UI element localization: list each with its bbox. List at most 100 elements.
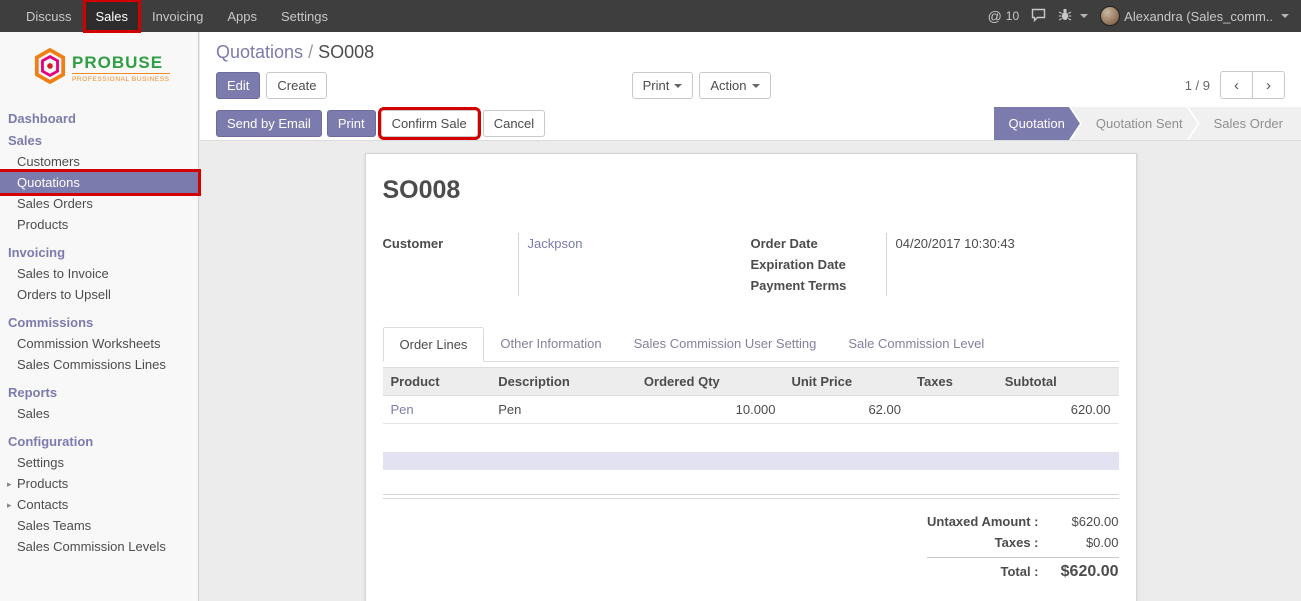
sidebar-item-contacts[interactable]: ▸Contacts — [0, 494, 198, 515]
sidebar-heading-dashboard[interactable]: Dashboard — [0, 107, 198, 129]
send-by-email-button[interactable]: Send by Email — [216, 110, 322, 137]
order-lines-header-row: Product Description Ordered Qty Unit Pri… — [383, 368, 1119, 396]
document-title: SO008 — [383, 176, 1119, 205]
chevron-right-icon: › — [1266, 77, 1271, 94]
probuse-logo[interactable]: PROBUSE PROFESSIONAL BUSINESS — [0, 32, 198, 101]
print-button[interactable]: Print — [327, 110, 376, 137]
notes-field[interactable] — [383, 452, 1119, 470]
cell-subtotal: 620.00 — [997, 396, 1119, 424]
statusbar: Quotation Quotation Sent Sales Order — [994, 107, 1301, 140]
sidebar-item-customers[interactable]: Customers — [0, 151, 198, 172]
cancel-button[interactable]: Cancel — [483, 110, 545, 137]
sidebar-item-label: Products — [17, 476, 68, 491]
chevron-left-icon: ‹ — [1234, 77, 1239, 94]
user-menu[interactable]: Alexandra (Sales_comm.. — [1100, 6, 1289, 26]
sidebar-nav: Dashboard Sales Customers Quotations Sal… — [0, 101, 198, 557]
col-unit-price: Unit Price — [783, 368, 909, 396]
action-menu-label: Action — [710, 78, 746, 93]
cell-product: Pen — [383, 396, 491, 424]
total-label: Total : — [1000, 564, 1038, 579]
create-button[interactable]: Create — [266, 72, 327, 99]
topbar-menus: Discuss Sales Invoicing Apps Settings — [0, 0, 340, 32]
sidebar-item-sales-to-invoice[interactable]: Sales to Invoice — [0, 263, 198, 284]
sidebar-item-sales-commission-levels[interactable]: Sales Commission Levels — [0, 536, 198, 557]
bug-icon — [1058, 8, 1072, 25]
payment-terms-value — [886, 275, 1119, 296]
statusbar-step-sales-order[interactable]: Sales Order — [1189, 107, 1301, 140]
order-line-row[interactable]: Pen Pen 10.000 62.00 620.00 — [383, 396, 1119, 424]
sidebar-item-config-products[interactable]: ▸ Products — [0, 473, 198, 494]
tab-other-information[interactable]: Other Information — [484, 327, 617, 362]
col-taxes: Taxes — [909, 368, 997, 396]
breadcrumb-parent[interactable]: Quotations — [216, 42, 303, 62]
statusbar-step-quotation[interactable]: Quotation — [994, 107, 1080, 140]
pager-previous-button[interactable]: ‹ — [1220, 71, 1253, 99]
control-panel-buttons-row: Edit Create Print Action 1 / 9 ‹ › — [200, 67, 1301, 99]
tab-order-lines[interactable]: Order Lines — [383, 327, 485, 362]
confirm-sale-button[interactable]: Confirm Sale — [381, 110, 478, 137]
expand-caret-icon: ▸ — [7, 499, 12, 512]
chevron-down-icon — [1281, 14, 1289, 18]
cell-unit-price: 62.00 — [783, 396, 909, 424]
probuse-logo-text: PROBUSE PROFESSIONAL BUSINESS — [72, 54, 170, 83]
untaxed-amount-value: $620.00 — [1055, 514, 1119, 529]
breadcrumb-separator: / — [308, 42, 313, 62]
cell-taxes — [909, 396, 997, 424]
print-menu-label: Print — [643, 78, 670, 93]
messages-menu[interactable] — [1031, 8, 1046, 25]
sidebar-heading-sales[interactable]: Sales — [0, 129, 198, 151]
sidebar-item-quotations[interactable]: Quotations — [0, 172, 198, 193]
col-ordered-qty: Ordered Qty — [636, 368, 784, 396]
control-panel: Quotations/SO008 Edit Create Print Actio… — [200, 32, 1301, 141]
print-menu-button[interactable]: Print — [632, 72, 694, 99]
menu-discuss[interactable]: Discuss — [14, 0, 84, 32]
tab-sales-commission-user-setting[interactable]: Sales Commission User Setting — [618, 327, 833, 362]
chevron-down-icon — [1080, 14, 1088, 18]
topbar-right: @ 10 Alexandra (Sales_comm.. — [988, 0, 1301, 32]
activities-icon: @ — [988, 8, 1002, 24]
total-value: $620.00 — [1055, 563, 1119, 581]
menu-settings[interactable]: Settings — [269, 0, 340, 32]
menu-sales[interactable]: Sales — [84, 0, 141, 32]
taxes-value: $0.00 — [1055, 535, 1119, 550]
menu-apps[interactable]: Apps — [215, 0, 269, 32]
probuse-logo-icon — [34, 48, 66, 89]
cell-description: Pen — [490, 396, 636, 424]
edit-button[interactable]: Edit — [216, 72, 260, 99]
document-sheet: SO008 Customer Jackpson Order Date 04/20… — [365, 153, 1137, 601]
sidebar-item-products[interactable]: Products — [0, 214, 198, 235]
sidebar-item-reports-sales[interactable]: Sales — [0, 403, 198, 424]
sidebar-item-settings[interactable]: Settings — [0, 452, 198, 473]
topbar: Discuss Sales Invoicing Apps Settings @ … — [0, 0, 1301, 32]
sidebar-heading-commissions: Commissions — [0, 311, 198, 333]
logo-tagline: PROFESSIONAL BUSINESS — [72, 73, 170, 83]
breadcrumb-current: SO008 — [318, 42, 374, 62]
form-view: SO008 Customer Jackpson Order Date 04/20… — [200, 141, 1301, 601]
customer-label: Customer — [383, 233, 518, 296]
logo-brand: PROBUSE — [72, 54, 170, 72]
notebook-tabs: Order Lines Other Information Sales Comm… — [383, 326, 1119, 362]
pager-next-button[interactable]: › — [1252, 71, 1285, 99]
expiration-date-value — [886, 254, 1119, 275]
tab-sale-commission-level[interactable]: Sale Commission Level — [832, 327, 1000, 362]
chevron-down-icon — [674, 84, 682, 88]
col-subtotal: Subtotal — [997, 368, 1119, 396]
grand-total-separator — [927, 557, 1119, 558]
expiration-date-label: Expiration Date — [751, 254, 886, 275]
user-name: Alexandra (Sales_comm.. — [1124, 9, 1273, 24]
statusbar-step-quotation-sent[interactable]: Quotation Sent — [1071, 107, 1198, 140]
sidebar-item-commission-worksheets[interactable]: Commission Worksheets — [0, 333, 198, 354]
activities-menu[interactable]: @ 10 — [988, 8, 1020, 24]
sidebar-item-sales-orders[interactable]: Sales Orders — [0, 193, 198, 214]
sidebar-item-sales-commissions-lines[interactable]: Sales Commissions Lines — [0, 354, 198, 375]
field-groups: Customer Jackpson Order Date 04/20/2017 … — [383, 233, 1119, 296]
expand-caret-icon: ▸ — [7, 478, 12, 491]
sidebar-item-orders-to-upsell[interactable]: Orders to Upsell — [0, 284, 198, 305]
customer-value[interactable]: Jackpson — [518, 233, 751, 296]
debug-menu[interactable] — [1058, 8, 1088, 25]
sidebar-heading-reports: Reports — [0, 381, 198, 403]
sidebar-item-sales-teams[interactable]: Sales Teams — [0, 515, 198, 536]
pager-counter: 1 / 9 — [1185, 78, 1210, 93]
menu-invoicing[interactable]: Invoicing — [140, 0, 215, 32]
action-menu-button[interactable]: Action — [699, 72, 770, 99]
